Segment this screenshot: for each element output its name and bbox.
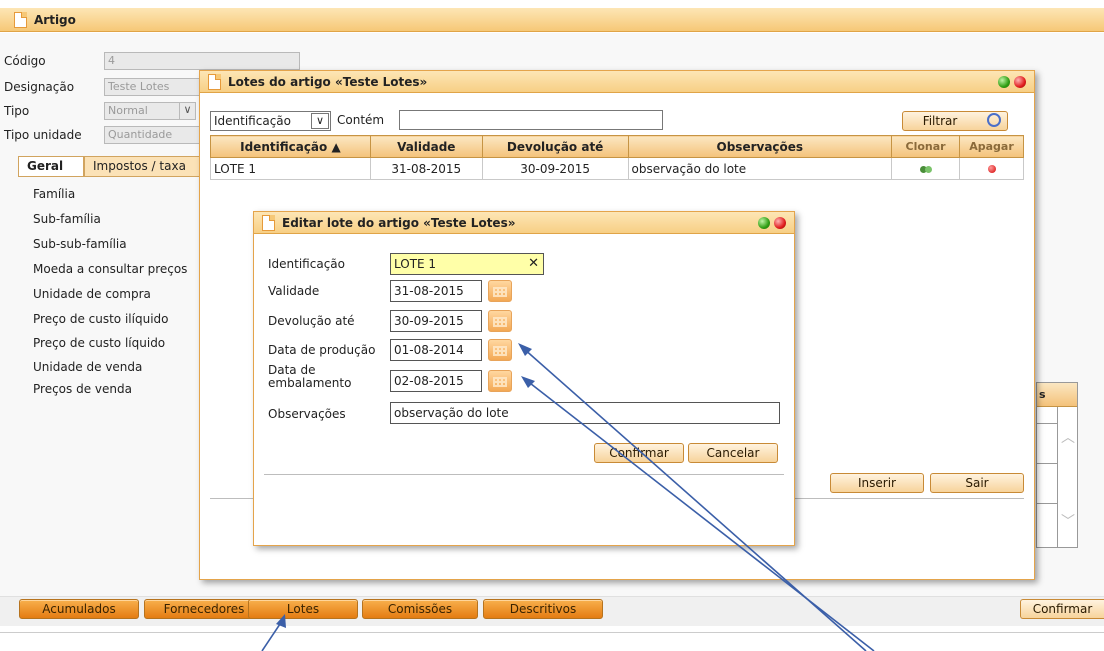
arrow-to-lotes xyxy=(261,620,283,651)
annotation-arrow-lines xyxy=(261,347,875,651)
arrow-to-embalamento xyxy=(525,379,875,651)
annotation-arrows xyxy=(261,343,875,651)
annotation-arrow-heads xyxy=(276,343,535,628)
arrowhead-lotes xyxy=(276,614,286,628)
